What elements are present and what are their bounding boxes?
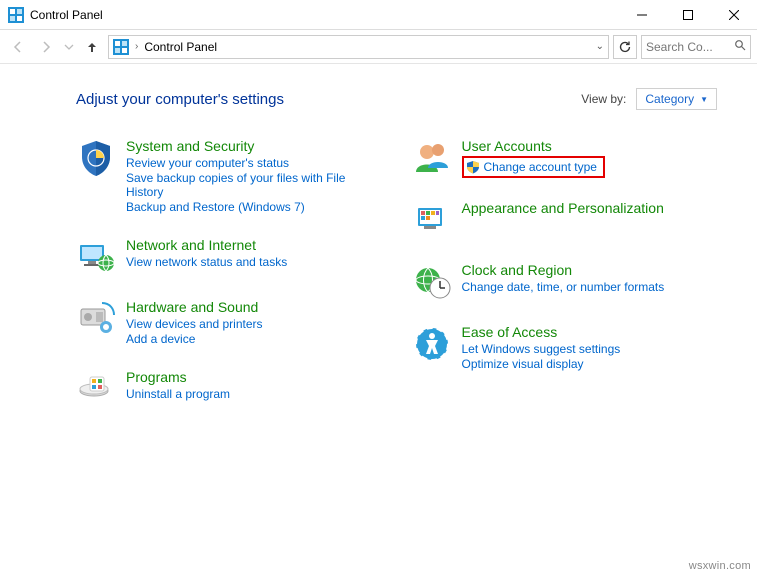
chevron-down-icon: ▼ bbox=[700, 95, 708, 104]
view-by-control: View by: Category ▼ bbox=[581, 88, 717, 110]
nav-bar: › Control Panel ⌄ Search Co... bbox=[0, 30, 757, 64]
maximize-button[interactable] bbox=[665, 0, 711, 30]
link-backup-restore[interactable]: Backup and Restore (Windows 7) bbox=[126, 200, 382, 214]
left-column: System and Security Review your computer… bbox=[76, 138, 382, 431]
link-change-account-type-text: Change account type bbox=[484, 160, 597, 174]
category-appearance-personalization: Appearance and Personalization bbox=[412, 200, 718, 240]
link-windows-suggest[interactable]: Let Windows suggest settings bbox=[462, 342, 621, 356]
category-hardware-sound: Hardware and Sound View devices and prin… bbox=[76, 299, 382, 347]
title-bar: Control Panel bbox=[0, 0, 757, 30]
user-accounts-heading[interactable]: User Accounts bbox=[462, 138, 605, 154]
forward-button[interactable] bbox=[34, 35, 58, 59]
link-devices-printers[interactable]: View devices and printers bbox=[126, 317, 263, 331]
search-placeholder: Search Co... bbox=[646, 40, 713, 54]
ease-of-access-icon bbox=[412, 324, 452, 364]
clock-region-heading[interactable]: Clock and Region bbox=[462, 262, 665, 278]
recent-locations-button[interactable] bbox=[62, 35, 76, 59]
view-by-label: View by: bbox=[581, 92, 626, 106]
content-area: Adjust your computer's settings View by:… bbox=[0, 64, 757, 431]
watermark: wsxwin.com bbox=[689, 560, 751, 572]
up-button[interactable] bbox=[80, 35, 104, 59]
control-panel-icon bbox=[8, 7, 24, 23]
window-title: Control Panel bbox=[30, 8, 103, 22]
link-optimize-display[interactable]: Optimize visual display bbox=[462, 357, 621, 371]
back-button[interactable] bbox=[6, 35, 30, 59]
system-security-heading[interactable]: System and Security bbox=[126, 138, 382, 154]
link-review-status[interactable]: Review your computer's status bbox=[126, 156, 382, 170]
breadcrumb-text[interactable]: Control Panel bbox=[144, 40, 217, 54]
minimize-button[interactable] bbox=[619, 0, 665, 30]
link-network-status[interactable]: View network status and tasks bbox=[126, 255, 287, 269]
close-button[interactable] bbox=[711, 0, 757, 30]
network-internet-icon bbox=[76, 237, 116, 277]
link-add-device[interactable]: Add a device bbox=[126, 332, 263, 346]
address-dropdown-button[interactable]: ⌄ bbox=[596, 41, 604, 52]
clock-region-icon bbox=[412, 262, 452, 302]
view-by-value: Category bbox=[645, 92, 694, 106]
ease-of-access-heading[interactable]: Ease of Access bbox=[462, 324, 621, 340]
hardware-sound-icon bbox=[76, 299, 116, 339]
category-programs: Programs Uninstall a program bbox=[76, 369, 382, 409]
refresh-button[interactable] bbox=[613, 35, 637, 59]
category-ease-of-access: Ease of Access Let Windows suggest setti… bbox=[412, 324, 718, 372]
link-file-history[interactable]: Save backup copies of your files with Fi… bbox=[126, 171, 382, 199]
appearance-heading[interactable]: Appearance and Personalization bbox=[462, 200, 664, 216]
category-user-accounts: User Accounts Change account type bbox=[412, 138, 718, 178]
network-internet-heading[interactable]: Network and Internet bbox=[126, 237, 287, 253]
programs-icon bbox=[76, 369, 116, 409]
category-system-security: System and Security Review your computer… bbox=[76, 138, 382, 215]
highlight-box: Change account type bbox=[462, 156, 605, 178]
address-icon bbox=[113, 39, 129, 55]
view-by-dropdown[interactable]: Category ▼ bbox=[636, 88, 717, 110]
link-uninstall-program[interactable]: Uninstall a program bbox=[126, 387, 230, 401]
appearance-icon bbox=[412, 200, 452, 240]
link-change-account-type[interactable]: Change account type bbox=[466, 160, 597, 174]
link-date-time-formats[interactable]: Change date, time, or number formats bbox=[462, 280, 665, 294]
search-icon bbox=[734, 39, 746, 54]
user-accounts-icon bbox=[412, 138, 452, 178]
system-security-icon bbox=[76, 138, 116, 178]
category-network-internet: Network and Internet View network status… bbox=[76, 237, 382, 277]
hardware-sound-heading[interactable]: Hardware and Sound bbox=[126, 299, 263, 315]
right-column: User Accounts Change account type bbox=[412, 138, 718, 431]
programs-heading[interactable]: Programs bbox=[126, 369, 230, 385]
page-header: Adjust your computer's settings View by:… bbox=[76, 88, 717, 110]
breadcrumb-separator-icon: › bbox=[135, 41, 138, 52]
category-clock-region: Clock and Region Change date, time, or n… bbox=[412, 262, 718, 302]
uac-shield-icon bbox=[466, 160, 480, 174]
page-title: Adjust your computer's settings bbox=[76, 91, 284, 108]
search-input[interactable]: Search Co... bbox=[641, 35, 751, 59]
address-bar[interactable]: › Control Panel ⌄ bbox=[108, 35, 609, 59]
